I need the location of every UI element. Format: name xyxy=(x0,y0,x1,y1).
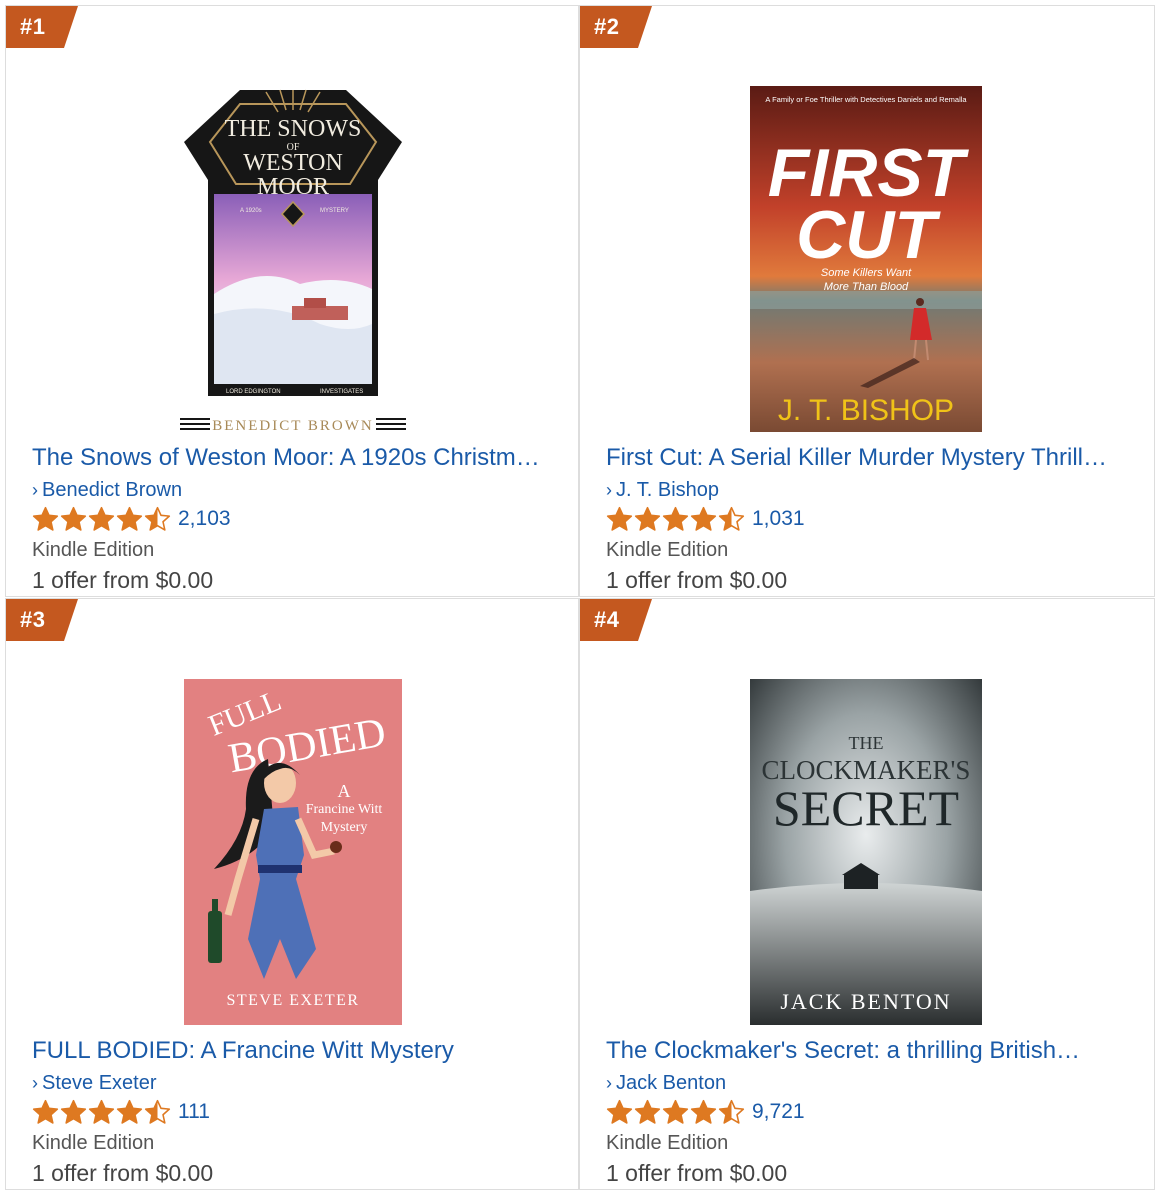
svg-text:JACK BENTON: JACK BENTON xyxy=(780,989,951,1014)
star-half-icon xyxy=(718,1099,745,1124)
svg-text:STEVE EXETER: STEVE EXETER xyxy=(226,992,359,1009)
book-cover-image[interactable]: A Family or Foe Thriller with Detectives… xyxy=(750,86,982,432)
product-card: #4 THE CLOCKMAKER'S SECRET JACK BENTON T… xyxy=(579,598,1155,1190)
rank-badge: #1 xyxy=(6,6,78,48)
svg-text:MOOR: MOOR xyxy=(257,174,329,200)
author-link[interactable]: › Jack Benton xyxy=(606,1072,726,1095)
star-half-icon xyxy=(144,1099,171,1124)
author-link[interactable]: › Steve Exeter xyxy=(32,1072,157,1095)
product-card: #1 THE SNOWS OF WESTON MOOR A 1920s MYST… xyxy=(5,5,579,597)
svg-text:CUT: CUT xyxy=(796,197,941,273)
format-label: Kindle Edition xyxy=(32,1132,155,1154)
rank-label: #3 xyxy=(20,607,46,632)
star-rating[interactable]: 1,031 xyxy=(606,505,805,533)
star-rating[interactable]: 9,721 xyxy=(606,1098,805,1126)
stars-icon xyxy=(606,1099,746,1126)
product-card: #3 FULL BODIED A Francine Witt Mystery S… xyxy=(5,598,579,1190)
svg-text:THE: THE xyxy=(849,733,884,753)
svg-text:WESTON: WESTON xyxy=(243,150,343,176)
svg-text:A: A xyxy=(338,781,351,801)
book-cover-image[interactable]: FULL BODIED A Francine Witt Mystery STEV… xyxy=(184,679,402,1025)
rank-badge: #4 xyxy=(580,599,652,641)
review-count-link[interactable]: 1,031 xyxy=(752,507,805,531)
author-name[interactable]: Benedict Brown xyxy=(42,479,182,501)
author-link[interactable]: › Benedict Brown xyxy=(32,479,182,502)
offer-link[interactable]: 1 offer from $0.00 xyxy=(32,567,213,594)
chevron-right-icon: › xyxy=(32,480,38,500)
rank-label: #2 xyxy=(594,14,620,39)
bestseller-grid: #1 THE SNOWS OF WESTON MOOR A 1920s MYST… xyxy=(0,0,1161,1200)
svg-text:Francine Witt: Francine Witt xyxy=(306,802,383,817)
stars-icon xyxy=(32,506,172,533)
stars-icon xyxy=(32,1099,172,1126)
star-full-icon xyxy=(606,506,633,531)
star-full-icon xyxy=(634,506,661,531)
rank-badge: #3 xyxy=(6,599,78,641)
star-full-icon xyxy=(662,506,689,531)
svg-text:SECRET: SECRET xyxy=(773,780,959,836)
star-full-icon xyxy=(60,1099,87,1124)
offer-link[interactable]: 1 offer from $0.00 xyxy=(32,1160,213,1187)
star-half-icon xyxy=(144,506,171,531)
svg-text:INVESTIGATES: INVESTIGATES xyxy=(320,389,363,395)
chevron-right-icon: › xyxy=(606,1073,612,1093)
star-full-icon xyxy=(116,1099,143,1124)
svg-text:BENEDICT BROWN: BENEDICT BROWN xyxy=(212,418,373,434)
star-half-icon xyxy=(718,506,745,531)
svg-text:THE SNOWS: THE SNOWS xyxy=(225,116,362,142)
author-name[interactable]: Steve Exeter xyxy=(42,1072,157,1094)
svg-text:More Than Blood: More Than Blood xyxy=(824,281,909,293)
review-count-link[interactable]: 9,721 xyxy=(752,1100,805,1124)
format-label: Kindle Edition xyxy=(32,539,155,561)
rank-label: #4 xyxy=(594,607,620,632)
chevron-right-icon: › xyxy=(606,480,612,500)
svg-text:LORD EDGINGTON: LORD EDGINGTON xyxy=(226,389,281,395)
svg-text:A 1920s: A 1920s xyxy=(240,208,262,214)
rank-badge: #2 xyxy=(580,6,652,48)
format-label: Kindle Edition xyxy=(606,1132,729,1154)
product-card: #2 A Family or Foe Thriller with Detecti… xyxy=(579,5,1155,597)
svg-text:J. T. BISHOP: J. T. BISHOP xyxy=(778,394,954,427)
star-full-icon xyxy=(88,1099,115,1124)
star-full-icon xyxy=(606,1099,633,1124)
product-title-link[interactable]: FULL BODIED: A Francine Witt Mystery xyxy=(32,1037,562,1065)
author-link[interactable]: › J. T. Bishop xyxy=(606,479,719,502)
review-count-link[interactable]: 111 xyxy=(178,1100,210,1124)
star-full-icon xyxy=(32,506,59,531)
book-cover-image[interactable]: THE CLOCKMAKER'S SECRET JACK BENTON xyxy=(750,679,982,1025)
format-label: Kindle Edition xyxy=(606,539,729,561)
star-full-icon xyxy=(662,1099,689,1124)
star-full-icon xyxy=(32,1099,59,1124)
star-rating[interactable]: 2,103 xyxy=(32,505,231,533)
star-full-icon xyxy=(690,1099,717,1124)
rank-label: #1 xyxy=(20,14,46,39)
svg-text:MYSTERY: MYSTERY xyxy=(320,208,349,214)
svg-text:Some Killers Want: Some Killers Want xyxy=(821,267,912,279)
star-full-icon xyxy=(116,506,143,531)
star-full-icon xyxy=(88,506,115,531)
product-title-link[interactable]: The Snows of Weston Moor: A 1920s Christ… xyxy=(32,444,562,472)
author-name[interactable]: Jack Benton xyxy=(616,1072,726,1094)
offer-link[interactable]: 1 offer from $0.00 xyxy=(606,1160,787,1187)
svg-text:A Family or Foe Thriller with: A Family or Foe Thriller with Detectives… xyxy=(765,95,967,104)
review-count-link[interactable]: 2,103 xyxy=(178,507,231,531)
svg-text:Mystery: Mystery xyxy=(321,820,368,835)
star-rating[interactable]: 111 xyxy=(32,1098,210,1126)
star-full-icon xyxy=(690,506,717,531)
star-full-icon xyxy=(634,1099,661,1124)
product-title-link[interactable]: The Clockmaker's Secret: a thrilling Bri… xyxy=(606,1037,1136,1065)
offer-link[interactable]: 1 offer from $0.00 xyxy=(606,567,787,594)
stars-icon xyxy=(606,506,746,533)
product-title-link[interactable]: First Cut: A Serial Killer Murder Myster… xyxy=(606,444,1136,472)
author-name[interactable]: J. T. Bishop xyxy=(616,479,719,501)
chevron-right-icon: › xyxy=(32,1073,38,1093)
star-full-icon xyxy=(60,506,87,531)
book-cover-image[interactable]: THE SNOWS OF WESTON MOOR A 1920s MYSTERY… xyxy=(180,84,406,436)
